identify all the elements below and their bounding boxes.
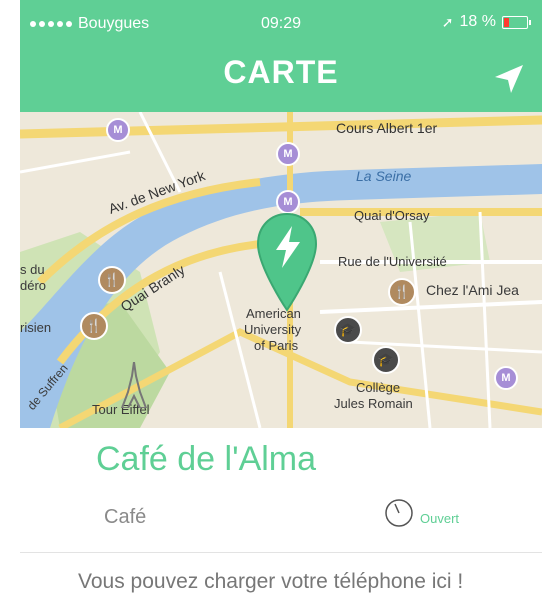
battery-status: ➚ 18 % <box>441 13 531 31</box>
map-label-cours-albert: Cours Albert 1er <box>336 120 438 136</box>
map-label-college-1: Collège <box>356 380 401 395</box>
map-label-american-university-2: University <box>244 322 302 337</box>
charging-spot-pin[interactable] <box>256 212 318 312</box>
metro-station-icon[interactable]: M <box>106 118 130 142</box>
school-icon[interactable]: 🎓 <box>372 346 400 374</box>
location-arrow-icon: ➚ <box>441 13 454 30</box>
map-label-chez-ami: Chez l'Ami Jea <box>426 282 519 298</box>
metro-station-icon[interactable]: M <box>276 190 300 214</box>
page-title: CARTE <box>223 54 339 90</box>
app-header: Bouygues 09:29 ➚ 18 % CARTE <box>20 0 542 112</box>
restaurant-icon[interactable]: 🍴 <box>98 266 126 294</box>
metro-station-icon[interactable]: M <box>276 142 300 166</box>
app-screen: Bouygues 09:29 ➚ 18 % CARTE Cours Albert… <box>20 0 542 608</box>
restaurant-icon[interactable]: 🍴 <box>388 278 416 306</box>
opening-status: Ouvert <box>420 511 460 526</box>
map-label-la-seine: La Seine <box>356 168 412 184</box>
map-label-risien: risien <box>20 320 52 335</box>
restaurant-icon[interactable]: 🍴 <box>80 312 108 340</box>
metro-station-icon[interactable]: M <box>494 366 518 390</box>
divider <box>20 552 542 553</box>
clock-icon <box>385 499 413 527</box>
map-label-college-2: Jules Romain <box>334 396 413 411</box>
eiffel-tower-icon <box>120 362 148 408</box>
map-label-s-du: s du <box>20 262 45 277</box>
map-label-dero: déro <box>20 278 47 293</box>
battery-percent: 18 % <box>459 13 496 30</box>
status-bar: Bouygues 09:29 ➚ 18 % <box>20 0 542 44</box>
place-name: Café de l'Alma <box>96 440 317 478</box>
place-type: Café <box>104 506 147 528</box>
place-description: Vous pouvez charger votre téléphone ici … <box>78 570 464 593</box>
map-label-american-university-3: of Paris <box>254 338 299 353</box>
map-label-rue-universite: Rue de l'Université <box>338 254 447 269</box>
school-icon[interactable]: 🎓 <box>334 316 362 344</box>
navigation-arrow-icon[interactable] <box>492 62 526 96</box>
map-label-quai-orsay: Quai d'Orsay <box>354 208 430 223</box>
battery-icon <box>502 15 531 29</box>
